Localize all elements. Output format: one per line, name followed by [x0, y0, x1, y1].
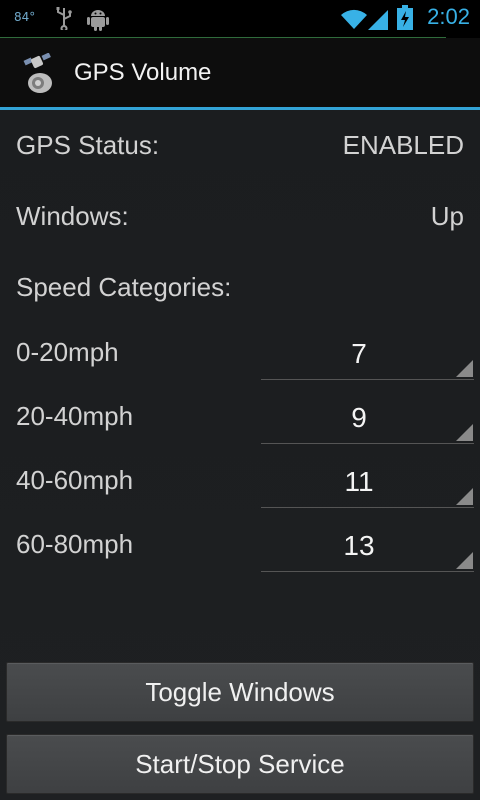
toggle-windows-button[interactable]: Toggle Windows	[6, 662, 474, 722]
speed-row-label: 20-40mph	[16, 401, 134, 431]
app-title: GPS Volume	[74, 59, 212, 86]
main-content: GPS Status: ENABLED Windows: Up Speed Ca…	[0, 110, 480, 800]
windows-label: Windows:	[16, 201, 129, 231]
temperature-indicator: 84°	[14, 10, 36, 24]
spinner-arrow-icon	[456, 552, 473, 569]
speed-categories-heading: Speed Categories:	[16, 272, 232, 302]
spinner-value: 13	[343, 530, 375, 561]
status-bar: 84° 2:02	[0, 0, 480, 38]
start-stop-service-button[interactable]: Start/Stop Service	[6, 734, 474, 794]
speed-row-label: 0-20mph	[16, 337, 119, 367]
action-bar: GPS Volume	[0, 38, 480, 108]
spinner-arrow-icon	[456, 488, 473, 505]
clock: 2:02	[427, 4, 470, 29]
usb-icon	[56, 7, 72, 30]
spinner-value: 7	[351, 338, 367, 369]
spinner-value: 11	[344, 466, 374, 497]
battery-charging-icon	[397, 5, 413, 30]
speed-row-label: 40-60mph	[16, 465, 134, 495]
android-debug-icon	[87, 10, 109, 31]
spinner-arrow-icon	[456, 360, 473, 377]
spinner-value: 9	[351, 402, 367, 433]
gps-status-value: ENABLED	[342, 130, 464, 160]
wifi-icon	[341, 9, 367, 29]
speed-spinner-0-20[interactable]: 7	[261, 332, 474, 380]
app-icon[interactable]	[18, 53, 58, 95]
windows-value: Up	[430, 201, 464, 231]
gps-status-label: GPS Status:	[16, 130, 160, 160]
signal-icon	[368, 10, 388, 30]
speed-row-label: 60-80mph	[16, 529, 134, 559]
speed-spinner-20-40[interactable]: 9	[261, 396, 474, 444]
speed-spinner-60-80[interactable]: 13	[261, 524, 474, 572]
speed-spinner-40-60[interactable]: 11	[261, 460, 474, 508]
spinner-arrow-icon	[456, 424, 473, 441]
